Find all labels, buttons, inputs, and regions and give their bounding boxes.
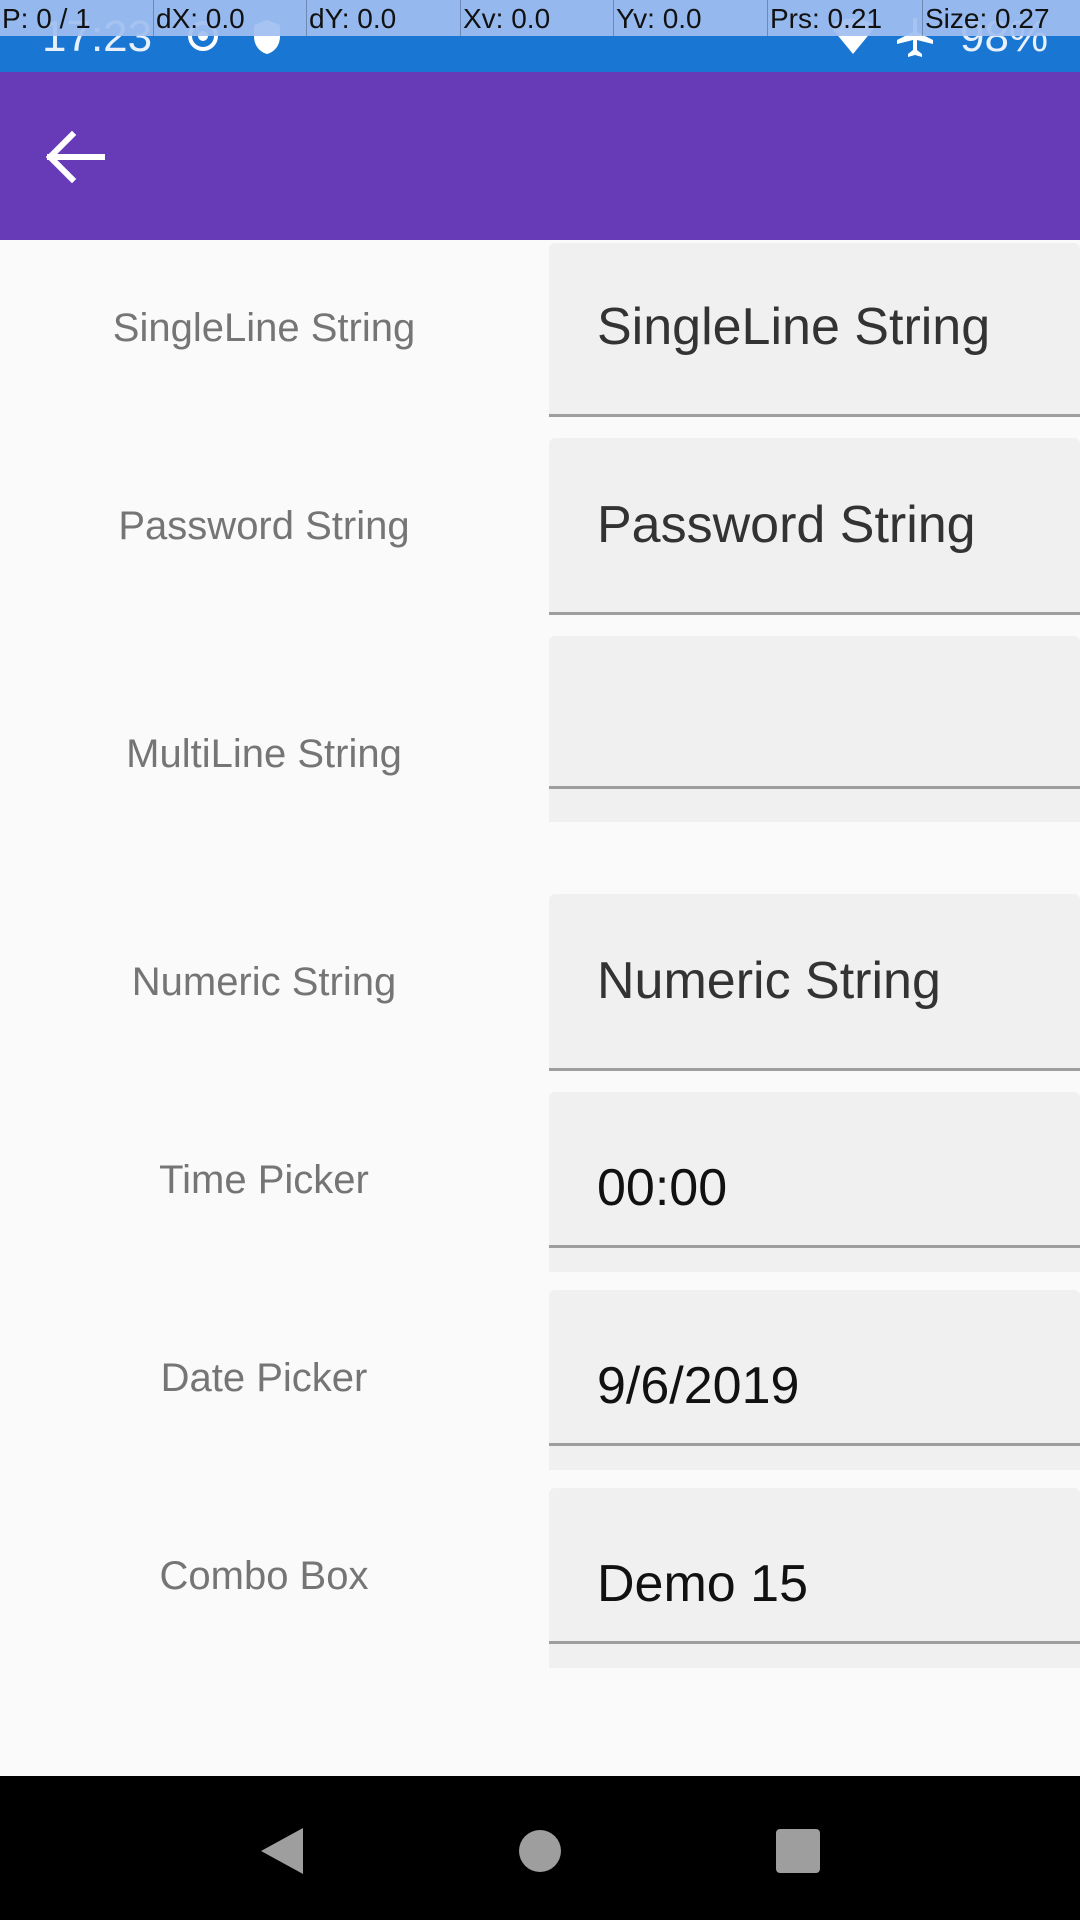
time-picker-underline xyxy=(549,1245,1080,1248)
back-triangle-icon[interactable] xyxy=(237,1806,327,1896)
debug-pointer: P: 0 / 1 xyxy=(0,0,154,36)
numeric-underline xyxy=(549,1068,1080,1071)
singleline-placeholder: SingleLine String xyxy=(597,298,991,356)
numeric-field[interactable]: Numeric String xyxy=(549,894,1080,1068)
numeric-placeholder: Numeric String xyxy=(597,952,941,1010)
combo-box-underline xyxy=(549,1641,1080,1644)
debug-yv: Yv: 0.0 xyxy=(614,0,768,36)
debug-size-text: Size: 0.27 xyxy=(925,3,1050,34)
debug-pressure-text: Prs: 0.21 xyxy=(770,3,883,34)
navigation-bar xyxy=(0,1776,1080,1920)
date-picker-underline xyxy=(549,1443,1080,1446)
debug-dy: dY: 0.0 xyxy=(307,0,461,36)
multiline-label: MultiLine String xyxy=(126,732,402,776)
multiline-underline xyxy=(549,786,1080,789)
pointer-debug-overlay: P: 0 / 1 dX: 0.0 dY: 0.0 Xv: 0.0 Yv: 0.0… xyxy=(0,0,1080,36)
debug-pressure: Prs: 0.21 xyxy=(768,0,923,36)
home-circle-icon[interactable] xyxy=(495,1806,585,1896)
date-picker-value: 9/6/2019 xyxy=(597,1357,800,1415)
debug-xv: Xv: 0.0 xyxy=(461,0,614,36)
time-picker-value: 00:00 xyxy=(597,1159,728,1217)
singleline-label: SingleLine String xyxy=(112,306,416,350)
multiline-field[interactable] xyxy=(549,636,1080,822)
numeric-label: Numeric String xyxy=(131,960,397,1004)
arrow-back-icon[interactable] xyxy=(42,122,122,192)
password-label: Password String xyxy=(118,504,410,548)
combo-box-value: Demo 15 xyxy=(597,1555,808,1613)
combo-box-label: Combo Box xyxy=(159,1554,369,1598)
recents-square-icon[interactable] xyxy=(753,1806,843,1896)
debug-dx: dX: 0.0 xyxy=(154,0,307,36)
time-picker-label: Time Picker xyxy=(159,1158,369,1202)
password-underline xyxy=(549,612,1080,615)
singleline-field[interactable]: SingleLine String xyxy=(549,243,1080,414)
date-picker-label: Date Picker xyxy=(160,1356,368,1400)
password-field[interactable]: Password String xyxy=(549,438,1080,612)
password-placeholder: Password String xyxy=(597,496,976,554)
app-bar xyxy=(0,72,1080,240)
debug-size: Size: 0.27 xyxy=(923,0,1080,36)
singleline-underline xyxy=(549,414,1080,417)
